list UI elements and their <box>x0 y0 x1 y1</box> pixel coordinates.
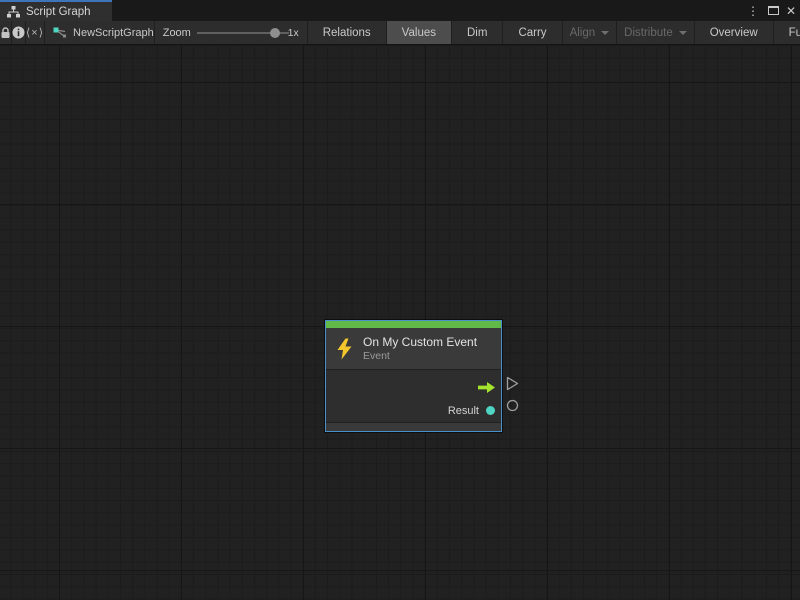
lock-icon <box>0 27 11 39</box>
node-accent-bar <box>326 321 501 328</box>
zoom-control: Zoom 1x <box>155 21 308 44</box>
overview-button[interactable]: Overview <box>695 21 774 44</box>
control-flow-socket-icon[interactable] <box>506 376 519 391</box>
close-icon[interactable]: ✕ <box>786 5 796 17</box>
control-output-arrow-icon[interactable] <box>478 382 495 393</box>
lightning-bolt-icon <box>335 338 354 360</box>
node-body: Result <box>326 370 501 422</box>
window-menu-icon[interactable]: ⋮ <box>745 5 761 17</box>
node-subtitle: Event <box>363 350 477 363</box>
node-header-text: On My Custom Event Event <box>363 335 477 363</box>
dim-button[interactable]: Dim <box>452 21 503 44</box>
tab-title: Script Graph <box>26 6 91 18</box>
script-graph-window: Script Graph ⋮ ✕ <box>0 0 800 600</box>
result-port-dot[interactable] <box>486 406 495 415</box>
control-output-port-row <box>332 376 495 399</box>
fullscreen-button[interactable]: Full S <box>774 21 800 44</box>
carry-button[interactable]: Carry <box>503 21 562 44</box>
info-icon <box>12 26 25 39</box>
info-button[interactable] <box>12 21 26 44</box>
graph-hierarchy-icon <box>7 6 20 18</box>
chevron-down-icon <box>679 31 687 35</box>
graph-name-label: NewScriptGraph <box>73 27 154 39</box>
values-button[interactable]: Values <box>387 21 452 44</box>
lock-button[interactable] <box>0 21 12 44</box>
zoom-value: 1x <box>288 27 299 39</box>
node-footer <box>326 422 501 431</box>
node-on-my-custom-event[interactable]: On My Custom Event Event Result <box>325 320 502 432</box>
distribute-dropdown[interactable]: Distribute <box>617 21 695 44</box>
tab-script-graph[interactable]: Script Graph <box>0 0 112 21</box>
value-socket-icon[interactable] <box>506 399 519 412</box>
align-dropdown[interactable]: Align <box>563 21 618 44</box>
zoom-slider[interactable] <box>197 26 282 40</box>
code-preview-button[interactable]: ⟨×⟩ <box>26 21 45 44</box>
graph-asset-breadcrumb[interactable]: NewScriptGraph <box>45 21 155 44</box>
code-icon: ⟨×⟩ <box>26 26 44 39</box>
toolbar-buttons: Relations Values Dim Carry Align Distrib… <box>308 21 800 44</box>
script-graph-asset-icon <box>53 27 67 39</box>
value-output-port-row: Result <box>332 399 495 422</box>
title-bar: Script Graph ⋮ ✕ <box>0 0 800 21</box>
maximize-icon[interactable] <box>768 6 779 15</box>
graph-toolbar: ⟨×⟩ NewScriptGraph Zoom 1x Relations <box>0 21 800 45</box>
chevron-down-icon <box>601 31 609 35</box>
result-port-label: Result <box>448 405 479 417</box>
graph-canvas[interactable]: On My Custom Event Event Result <box>0 45 800 600</box>
node-title: On My Custom Event <box>363 335 477 350</box>
node-header[interactable]: On My Custom Event Event <box>326 328 501 370</box>
zoom-label: Zoom <box>163 27 191 39</box>
zoom-slider-knob[interactable] <box>270 28 280 38</box>
window-controls: ⋮ ✕ <box>745 0 796 21</box>
relations-button[interactable]: Relations <box>308 21 387 44</box>
